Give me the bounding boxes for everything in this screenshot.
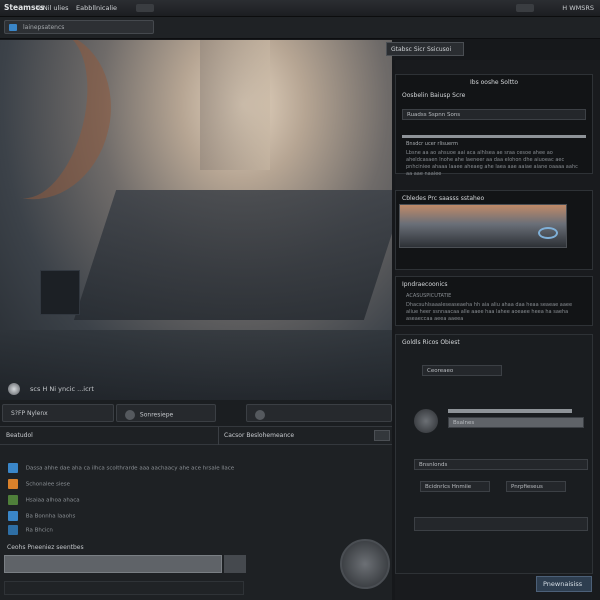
object-tag[interactable]: Ceoreaeo — [422, 365, 502, 376]
viewport-corner-label: Gtabsc Sicr Ssicusoi — [391, 46, 452, 53]
list-item-text: Ra Bhcicn — [25, 527, 53, 534]
object-empty-field[interactable] — [414, 517, 588, 531]
info-card-field[interactable]: Ruadss Sspnn Sons — [402, 109, 586, 120]
status-strip — [4, 581, 244, 595]
panel-options-button[interactable] — [374, 430, 390, 441]
tab-tools-label: S?FP Nylenx — [11, 410, 48, 417]
lower-panel-subtitle: Cacsor Beslohemeance — [224, 432, 295, 439]
list-item[interactable]: Schonalee siese — [8, 479, 298, 491]
object-row-label: Bcidnrlcs Hnmiie — [420, 481, 490, 492]
folder-icon — [9, 24, 17, 31]
object-row-label-text: Bcidnrlcs Hnmiie — [425, 484, 472, 490]
orbit-icon — [538, 227, 558, 239]
primary-action-button[interactable]: Pnewnaisiss — [536, 576, 592, 592]
scene-object — [40, 270, 80, 315]
object-slider-label: Bsalnes — [453, 420, 475, 426]
lower-panel: Beatudol Cacsor Beslohemeance Dassa ahhe… — [0, 426, 392, 600]
right-panel: Ibs ooshe Soltto Oosbelin Baiusp Scre Ru… — [395, 60, 600, 600]
address-field[interactable]: lainepsatencs — [4, 20, 154, 34]
address-bar: lainepsatencs — [0, 17, 600, 39]
scene-pillar — [200, 40, 270, 170]
menu-tab-1[interactable]: ToNil ulies — [36, 4, 69, 12]
tool-tabs: S?FP Nylenx Sonresiepe — [0, 400, 392, 426]
lower-panel-footer: Ceohs Pneeniez seentbes — [4, 541, 244, 555]
rotate-knob[interactable] — [340, 539, 390, 589]
details-card: Ipndraecoonics ACASUSPICUTATIE Dhacsuhls… — [395, 276, 593, 326]
object-field-text: Bnsnlonds — [419, 462, 448, 468]
orange-file-icon — [8, 479, 18, 489]
scene-icon — [125, 410, 135, 420]
object-field[interactable]: Bnsnlonds — [414, 459, 588, 470]
details-card-text: Dhacsuhlsaaaleseaseaeha hh aia aliu ahaa… — [406, 302, 573, 322]
list-item-text: Dassa ahhe dae aha ca ilhca scolthrarde … — [25, 465, 235, 472]
list-item-text: Ba Bonnha laaohs — [25, 513, 76, 520]
tab-scene-label: Sonresiepe — [139, 411, 174, 419]
scene-viewport[interactable]: scs H Ni yncic ...icrt — [0, 40, 392, 400]
viewport-indicator-icon[interactable] — [8, 383, 20, 395]
info-card: Ibs ooshe Soltto Oosbelin Baiusp Scre Ru… — [395, 74, 593, 177]
object-slider-1[interactable] — [448, 409, 572, 413]
object-tag-text: Ceoreaeo — [427, 368, 454, 374]
list-item-text: Hsaiaa alhoa ahaca — [25, 497, 80, 504]
user-label[interactable]: H WMSRS — [562, 4, 594, 12]
list-item[interactable]: Dassa ahhe dae aha ca ilhca scolthrarde … — [8, 463, 298, 475]
progress-button[interactable] — [224, 555, 246, 573]
blue-file-icon — [8, 511, 18, 521]
info-card-section: Bnsdcr ucer rlisuerm — [406, 141, 458, 147]
object-row-value[interactable]: Pnrpfieseus — [506, 481, 566, 492]
divider — [218, 427, 219, 445]
minimize-button[interactable] — [516, 4, 534, 12]
tab-tools[interactable]: S?FP Nylenx — [2, 404, 114, 422]
folder-icon — [8, 525, 18, 535]
preview-thumbnail[interactable] — [399, 204, 567, 248]
list-item[interactable]: Ba Bonnha laaohs — [8, 511, 298, 523]
object-dial-icon[interactable] — [414, 409, 438, 433]
info-card-field-text: Ruadss Sspnn Sons — [407, 112, 461, 118]
info-card-title: Ibs ooshe Soltto — [469, 79, 518, 86]
title-bar: Steamscs ToNil ulies Eabbllnicalie H WMS… — [0, 0, 600, 17]
object-card-title: Goldls Ricos Obiest — [402, 339, 460, 346]
lower-panel-header: Beatudol Cacsor Beslohemeance — [0, 427, 392, 445]
info-card-subtitle: Oosbelin Baiusp Scre — [402, 92, 466, 99]
footer-label: Ceohs Pneeniez seentbes — [7, 544, 84, 551]
viewport-corner-tag[interactable]: Gtabsc Sicr Ssicusoi — [386, 42, 464, 56]
object-row-value-text: Pnrpfieseus — [511, 484, 543, 490]
window-button[interactable] — [136, 4, 154, 12]
primary-action-label: Pnewnaisiss — [543, 580, 583, 588]
list-item-text: Schonalee siese — [25, 481, 71, 488]
tab-scene[interactable]: Sonresiepe — [116, 404, 216, 422]
info-card-text: Lbsne aa ao ahsuoe aai aca alhlsea ae sr… — [406, 150, 578, 177]
blue-file-icon — [8, 463, 18, 473]
menu-tab-2[interactable]: Eabbllnicalie — [76, 4, 117, 12]
lower-panel-title: Beatudol — [6, 432, 33, 439]
details-card-subtitle: ACASUSPICUTATIE — [406, 293, 452, 299]
settings-icon — [255, 410, 265, 420]
details-card-title: Ipndraecoonics — [402, 281, 448, 288]
address-field-text: lainepsatencs — [23, 24, 65, 31]
object-slider-field[interactable]: Bsalnes — [448, 417, 584, 428]
progress-track[interactable] — [4, 555, 222, 573]
object-card: Goldls Ricos Obiest Ceoreaeo Bsalnes Bns… — [395, 334, 593, 574]
viewport-caption: scs H Ni yncic ...icrt — [30, 385, 94, 393]
scene-rock — [73, 190, 392, 320]
list-item[interactable]: Hsaiaa alhoa ahaca — [8, 495, 298, 507]
scene-figure — [0, 40, 129, 215]
list-item[interactable]: Ra Bhcicn — [8, 525, 298, 537]
tab-blank[interactable] — [246, 404, 392, 422]
info-card-slider[interactable] — [402, 135, 586, 138]
green-file-icon — [8, 495, 18, 505]
